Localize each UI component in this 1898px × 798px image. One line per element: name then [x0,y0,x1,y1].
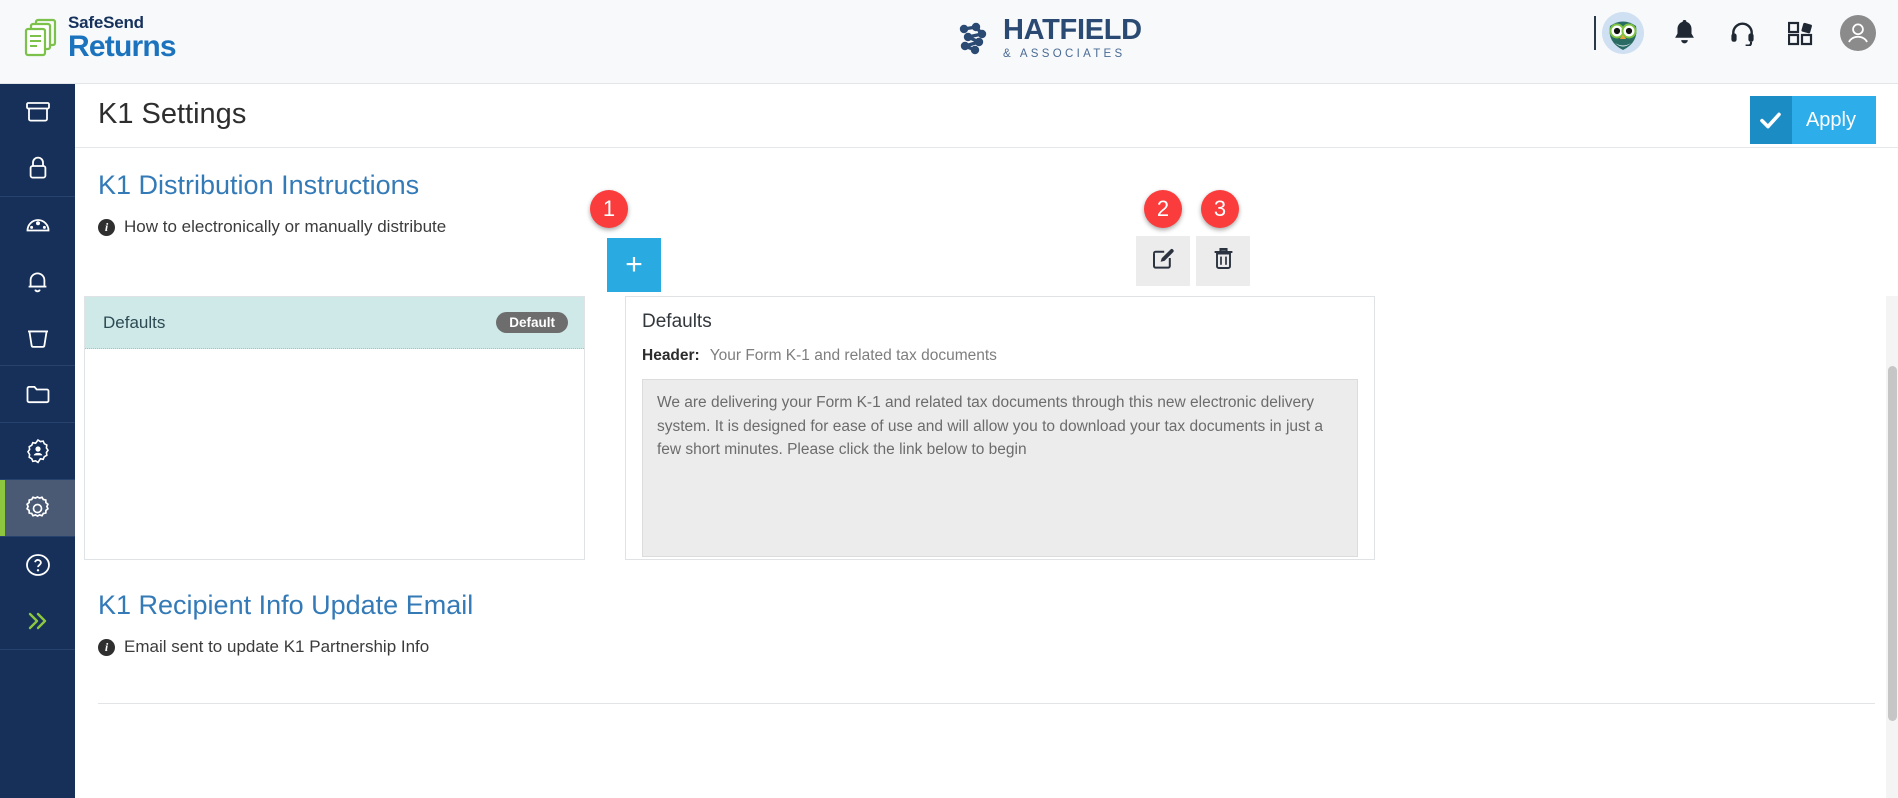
divider-bar [1594,16,1596,50]
client-name: HATFIELD [1003,14,1142,46]
check-icon [1749,96,1792,144]
sidebar-group-5 [0,480,75,537]
bell-icon [26,269,49,294]
sidebar-group-1 [0,84,75,197]
sidebar-group-2 [0,197,75,366]
sidebar-item-trash[interactable] [0,309,75,365]
user-profile-icon[interactable] [1840,15,1876,51]
apply-button[interactable]: Apply [1749,96,1876,144]
content-scrollbar[interactable] [1886,296,1898,798]
brand-name-bottom: Returns [68,30,177,63]
detail-header-label: Header: [642,347,700,364]
safesend-returns-logo[interactable]: SafeSend Returns [24,13,177,63]
trash-bin-icon [26,326,50,349]
detail-header-row: Header: Your Form K-1 and related tax do… [642,347,1358,365]
page-title-bar: K1 Settings Apply [75,84,1898,148]
section-subtitle-row: i Email sent to update K1 Partnership In… [98,637,1875,657]
apply-button-label: Apply [1791,96,1876,144]
trash-icon [1213,247,1234,275]
default-badge: Default [496,312,568,333]
add-instruction-button[interactable]: + [607,238,661,292]
archive-icon [25,100,51,124]
brand-name-top: SafeSend [68,13,144,32]
sidebar-item-archive[interactable] [0,84,75,140]
sidebar-group-3 [0,366,75,423]
user-settings-gear-icon [25,438,51,464]
lock-icon [27,155,49,181]
folder-icon [25,383,51,405]
instruction-detail-panel: Defaults Header: Your Form K-1 and relat… [625,296,1375,560]
sidebar-item-settings[interactable] [0,480,75,536]
headset-support-icon[interactable] [1724,15,1760,51]
left-sidebar [0,84,75,798]
edit-instruction-button[interactable] [1136,236,1190,286]
info-circle-icon: i [98,218,115,236]
sidebar-item-user-settings[interactable] [0,423,75,479]
sidebar-group-4 [0,423,75,480]
section-k1-recipient-info-update-email: K1 Recipient Info Update Email i Email s… [75,568,1898,657]
owl-avatar-button[interactable] [1594,12,1644,54]
annotation-badge-3: 3 [1201,190,1239,228]
section-subtitle: Email sent to update K1 Partnership Info [124,637,430,656]
annotation-badge-2: 2 [1144,190,1182,228]
section-k1-distribution-instructions: K1 Distribution Instructions i How to el… [75,148,1898,704]
hatfield-nodes-icon [955,20,991,56]
section-title: K1 Recipient Info Update Email [98,590,474,620]
info-circle-icon: i [98,638,115,656]
section-title: K1 Distribution Instructions [98,170,420,200]
list-item[interactable]: Defaults Default [85,297,584,349]
section-subtitle-row: i How to electronically or manually dist… [98,217,1875,237]
instructions-list-panel: Defaults Default [84,296,585,560]
plus-icon: + [625,248,643,281]
sidebar-item-lock[interactable] [0,140,75,196]
list-item-label: Defaults [103,312,166,332]
client-subtitle: & ASSOCIATES [1003,48,1126,60]
annotation-badge-1: 1 [590,190,628,228]
client-logo: HATFIELD & ASSOCIATES [955,16,1142,61]
page-title: K1 Settings [98,98,247,130]
bell-notification-icon[interactable] [1666,15,1702,51]
detail-body-text: We are delivering your Form K-1 and rela… [642,379,1358,557]
sidebar-group-6 [0,537,75,650]
sidebar-item-notifications[interactable] [0,253,75,309]
top-bar-icons [1594,12,1876,54]
sidebar-item-folder[interactable] [0,366,75,422]
edit-pencil-icon [1152,247,1175,275]
sidebar-item-dashboard[interactable] [0,197,75,253]
section-subtitle: How to electronically or manually distri… [124,217,447,236]
detail-header-value: Your Form K-1 and related tax documents [709,347,997,364]
sidebar-item-help[interactable] [0,537,75,593]
owl-avatar-icon [1602,12,1644,54]
settings-gear-icon [24,495,51,522]
top-bar: SafeSend Returns HATFIELD & ASSOCIATES [0,0,1898,84]
apps-grid-icon[interactable] [1782,15,1818,51]
scrollbar-thumb[interactable] [1888,366,1897,721]
delete-instruction-button[interactable] [1196,236,1250,286]
detail-title: Defaults [642,311,712,332]
help-question-icon [25,552,51,578]
expand-chevrons-icon [24,610,52,632]
sidebar-item-expand[interactable] [0,593,75,649]
documents-stack-icon [24,18,58,58]
dashboard-dome-icon [25,214,51,236]
section-divider [98,703,1875,704]
main-content: K1 Distribution Instructions i How to el… [75,148,1898,798]
